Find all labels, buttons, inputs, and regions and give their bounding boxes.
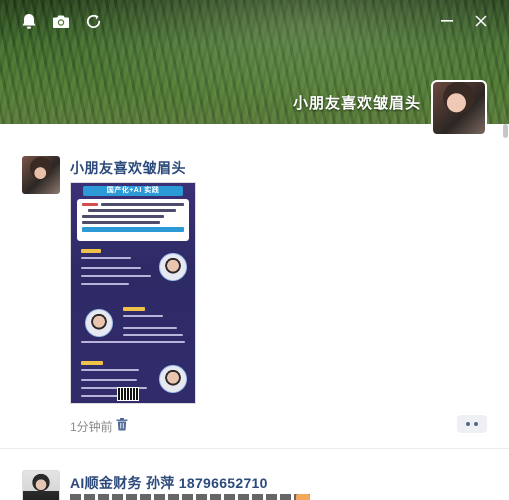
scrollbar[interactable] bbox=[502, 124, 508, 500]
poster-line bbox=[81, 283, 129, 285]
poster-line bbox=[81, 257, 131, 259]
author-avatar[interactable] bbox=[22, 470, 60, 500]
poster-banner: 国产化+AI 实践 bbox=[83, 186, 183, 196]
poster-info-card bbox=[77, 199, 189, 241]
speaker-name-mark bbox=[81, 361, 103, 365]
poster-line bbox=[81, 275, 151, 277]
speaker-name-mark bbox=[81, 249, 101, 253]
post-divider bbox=[0, 448, 509, 449]
speaker-photo bbox=[159, 365, 187, 393]
poster-speaker bbox=[71, 245, 195, 297]
speaker-name-mark bbox=[123, 307, 145, 311]
qr-code bbox=[117, 387, 139, 401]
post-text-preview bbox=[70, 494, 310, 500]
poster-line bbox=[82, 203, 98, 206]
post-timestamp: 1分钟前 bbox=[70, 420, 113, 434]
toolbar bbox=[20, 12, 102, 30]
speaker-photo bbox=[85, 309, 113, 337]
bell-icon[interactable] bbox=[20, 12, 38, 30]
poster-line bbox=[82, 221, 160, 224]
author-name[interactable]: AI顺金财务 孙萍 18796652710 bbox=[70, 473, 268, 493]
poster-speaker bbox=[71, 301, 195, 353]
poster-line bbox=[123, 327, 177, 329]
poster-line bbox=[123, 334, 183, 336]
poster-line bbox=[123, 315, 163, 317]
post-image[interactable]: 国产化+AI 实践 bbox=[70, 182, 196, 404]
dot-icon bbox=[466, 422, 470, 426]
poster-line bbox=[81, 341, 185, 343]
poster-line bbox=[81, 369, 139, 371]
poster-line bbox=[82, 215, 164, 218]
author-avatar[interactable] bbox=[22, 156, 60, 194]
camera-icon[interactable] bbox=[52, 12, 70, 30]
trash-icon[interactable] bbox=[116, 418, 128, 431]
poster-line bbox=[88, 209, 176, 212]
window-controls bbox=[439, 12, 489, 30]
refresh-icon[interactable] bbox=[84, 12, 102, 30]
close-icon[interactable] bbox=[473, 12, 489, 30]
dot-icon bbox=[474, 422, 478, 426]
poster-highlight bbox=[82, 227, 184, 232]
poster-line bbox=[101, 203, 184, 206]
emoji-icon bbox=[296, 494, 310, 500]
more-actions-button[interactable] bbox=[457, 415, 487, 433]
minimize-icon[interactable] bbox=[439, 12, 455, 30]
poster-line bbox=[81, 267, 141, 269]
speaker-photo bbox=[159, 253, 187, 281]
poster-line bbox=[81, 379, 137, 381]
profile-name: 小朋友喜欢皱眉头 bbox=[292, 95, 421, 112]
author-name[interactable]: 小朋友喜欢皱眉头 bbox=[70, 158, 186, 178]
scrollbar-thumb[interactable] bbox=[503, 124, 508, 138]
profile-avatar[interactable] bbox=[431, 80, 487, 136]
